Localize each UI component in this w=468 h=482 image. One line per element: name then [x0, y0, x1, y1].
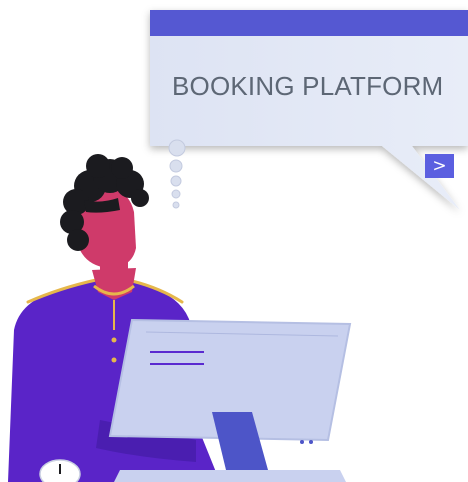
- next-button[interactable]: >: [425, 154, 454, 178]
- booking-card-header-bar: [150, 10, 468, 36]
- platform-title: BOOKING PLATFORM: [172, 71, 444, 101]
- thought-bubble-icon: [168, 139, 186, 209]
- booking-card: [150, 10, 468, 210]
- illustration-stage: BOOKING PLATFORM >: [0, 0, 468, 482]
- monitor-base: [114, 470, 346, 482]
- mouse-icon: [39, 459, 81, 482]
- chevron-right-icon: >: [432, 156, 447, 176]
- booking-card-panel: [150, 10, 468, 210]
